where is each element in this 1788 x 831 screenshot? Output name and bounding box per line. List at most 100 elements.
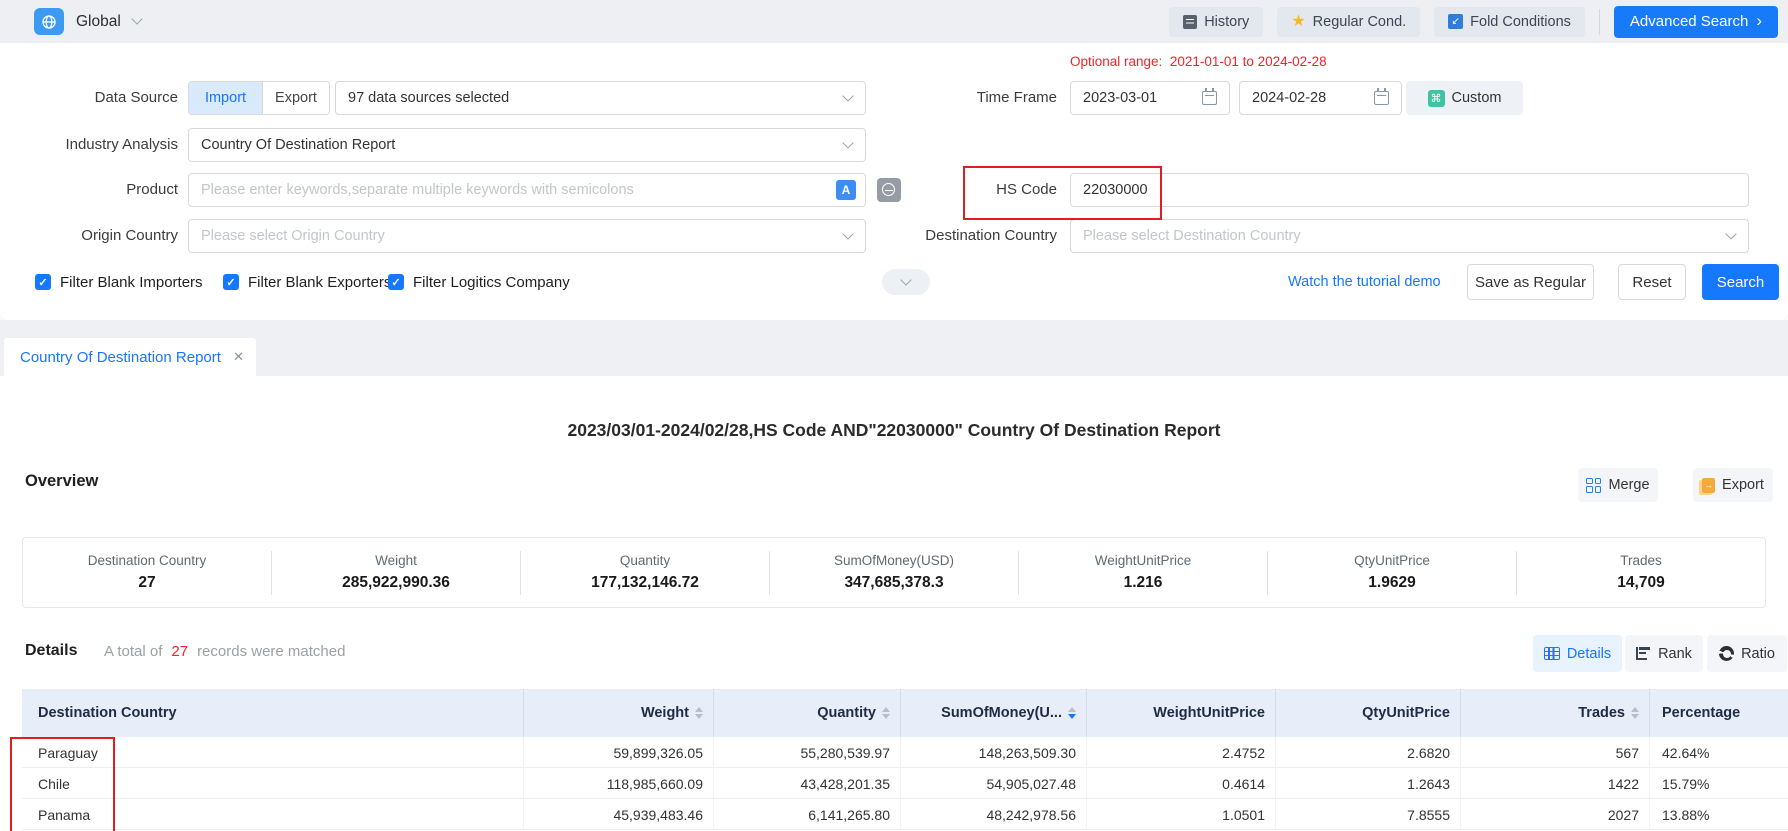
- fold-conditions-button[interactable]: ↙ Fold Conditions: [1434, 7, 1585, 37]
- time-frame-label: Time Frame: [880, 81, 1057, 115]
- stat-destination-country: Destination Country 27: [23, 553, 271, 592]
- regular-cond-button[interactable]: ★ Regular Cond.: [1277, 7, 1420, 37]
- chevron-down-icon: [842, 137, 853, 148]
- product-label: Product: [0, 173, 178, 207]
- chevron-down-icon: [900, 274, 911, 285]
- history-button[interactable]: History: [1169, 7, 1263, 37]
- start-date-value: 2023-03-01: [1083, 90, 1157, 106]
- details-table: Destination Country Weight Quantity SumO…: [22, 689, 1788, 830]
- filter-logitics-company-checkbox[interactable]: Filter Logitics Company: [388, 265, 570, 299]
- close-icon[interactable]: [233, 349, 244, 365]
- destination-country-select[interactable]: Please select Destination Country: [1070, 219, 1749, 253]
- cell-trades: 1422: [1460, 768, 1649, 799]
- globe-icon: [34, 8, 64, 35]
- advanced-search-button[interactable]: Advanced Search ›: [1614, 6, 1778, 38]
- data-sources-value: 97 data sources selected: [348, 90, 509, 106]
- column-header-trades[interactable]: Trades: [1460, 689, 1649, 737]
- pie-chart-icon: [1719, 646, 1734, 661]
- checkbox-checked-icon: [223, 274, 239, 290]
- cell-percentage: 42.64%: [1649, 737, 1788, 768]
- data-source-toggle: Import Export: [188, 81, 330, 115]
- industry-analysis-label: Industry Analysis: [0, 128, 178, 162]
- table-row: Paraguay 59,899,326.05 55,280,539.97 148…: [22, 737, 1788, 768]
- export-button[interactable]: Export: [1693, 468, 1773, 502]
- stat-quantity: Quantity 177,132,146.72: [521, 553, 769, 592]
- filter-blank-exporters-checkbox[interactable]: Filter Blank Exporters: [223, 265, 391, 299]
- origin-country-select[interactable]: Please select Origin Country: [188, 219, 866, 253]
- stat-weight: Weight 285,922,990.36: [272, 553, 520, 592]
- region-label[interactable]: Global: [76, 13, 121, 31]
- fold-conditions-label: Fold Conditions: [1470, 14, 1571, 30]
- filter-blank-importers-checkbox[interactable]: Filter Blank Importers: [35, 265, 203, 299]
- view-details-button[interactable]: Details: [1533, 635, 1622, 672]
- chevron-down-icon: [1725, 228, 1736, 239]
- table-icon: [1544, 647, 1560, 660]
- reset-button[interactable]: Reset: [1618, 264, 1686, 300]
- cell-country: Paraguay: [22, 737, 523, 768]
- save-as-regular-button[interactable]: Save as Regular: [1467, 264, 1594, 300]
- view-ratio-label: Ratio: [1741, 646, 1775, 662]
- collapse-form-button[interactable]: [882, 269, 930, 295]
- hs-code-input[interactable]: [1070, 173, 1749, 207]
- cell-sum-of-money: 148,263,509.30: [900, 737, 1086, 768]
- tab-strip: Country Of Destination Report: [0, 320, 1788, 376]
- import-toggle[interactable]: Import: [189, 82, 262, 114]
- origin-country-label: Origin Country: [0, 219, 178, 253]
- cell-country: Chile: [22, 768, 523, 799]
- cell-trades: 567: [1460, 737, 1649, 768]
- summary-suffix: records were matched: [197, 643, 345, 660]
- cell-quantity: 55,280,539.97: [713, 737, 900, 768]
- regular-cond-label: Regular Cond.: [1313, 14, 1407, 30]
- industry-analysis-select[interactable]: Country Of Destination Report: [188, 128, 866, 162]
- overview-heading: Overview: [25, 472, 98, 491]
- product-input[interactable]: [188, 173, 866, 207]
- details-summary: A total of 27 records were matched: [104, 643, 345, 660]
- calendar-icon: [1202, 91, 1217, 105]
- column-header-weight-unit-price: WeightUnitPrice: [1086, 689, 1275, 737]
- merge-button[interactable]: Merge: [1578, 468, 1658, 502]
- app-window: Global History ★ Regular Cond. ↙ Fold Co…: [0, 0, 1788, 831]
- origin-country-placeholder: Please select Origin Country: [201, 228, 385, 244]
- checkbox-checked-icon: [35, 274, 51, 290]
- fold-icon: ↙: [1448, 14, 1463, 29]
- cell-qty-unit-price: 1.2643: [1275, 768, 1460, 799]
- tutorial-link[interactable]: Watch the tutorial demo: [1288, 265, 1441, 299]
- stat-weight-unit-price: WeightUnitPrice 1.216: [1019, 553, 1267, 592]
- industry-analysis-value: Country Of Destination Report: [201, 137, 395, 153]
- overview-stats: Destination Country 27 Weight 285,922,99…: [22, 537, 1766, 608]
- tab-title: Country Of Destination Report: [20, 349, 221, 366]
- translate-icon[interactable]: A: [836, 180, 856, 200]
- custom-range-button[interactable]: ⌘ Custom: [1406, 81, 1523, 115]
- search-form: Optional range: 2021-01-01 to 2024-02-28…: [0, 43, 1788, 320]
- merge-label: Merge: [1608, 477, 1649, 493]
- column-header-sum-of-money[interactable]: SumOfMoney(U...: [900, 689, 1086, 737]
- search-button[interactable]: Search: [1702, 264, 1779, 300]
- cell-country: Panama: [22, 799, 523, 830]
- cell-percentage: 15.79%: [1649, 768, 1788, 799]
- tab-country-of-destination-report[interactable]: Country Of Destination Report: [4, 338, 256, 376]
- column-header-quantity[interactable]: Quantity: [713, 689, 900, 737]
- region-selector[interactable]: Global: [34, 8, 141, 35]
- history-icon: [1183, 15, 1197, 29]
- divider: [1599, 9, 1600, 35]
- cell-qty-unit-price: 2.6820: [1275, 737, 1460, 768]
- view-rank-button[interactable]: Rank: [1625, 635, 1703, 672]
- view-rank-label: Rank: [1658, 646, 1692, 662]
- column-header-destination-country: Destination Country: [22, 689, 523, 737]
- end-date-input[interactable]: 2024-02-28: [1239, 81, 1402, 115]
- top-bar-actions: History ★ Regular Cond. ↙ Fold Condition…: [1169, 6, 1778, 38]
- sort-icon-active-desc: [1068, 707, 1076, 720]
- export-toggle[interactable]: Export: [262, 82, 329, 114]
- data-sources-select[interactable]: 97 data sources selected: [335, 81, 866, 115]
- export-label: Export: [1722, 477, 1764, 493]
- start-date-input[interactable]: 2023-03-01: [1070, 81, 1230, 115]
- cell-percentage: 13.88%: [1649, 799, 1788, 830]
- advanced-search-label: Advanced Search: [1630, 13, 1748, 30]
- view-ratio-button[interactable]: Ratio: [1707, 635, 1787, 672]
- chevron-right-icon: ›: [1756, 12, 1762, 29]
- filter-label: Filter Logitics Company: [413, 274, 570, 291]
- end-date-value: 2024-02-28: [1252, 90, 1326, 106]
- destination-country-placeholder: Please select Destination Country: [1083, 228, 1301, 244]
- report-content: 2023/03/01-2024/02/28,HS Code AND"220300…: [0, 376, 1788, 831]
- column-header-weight[interactable]: Weight: [523, 689, 713, 737]
